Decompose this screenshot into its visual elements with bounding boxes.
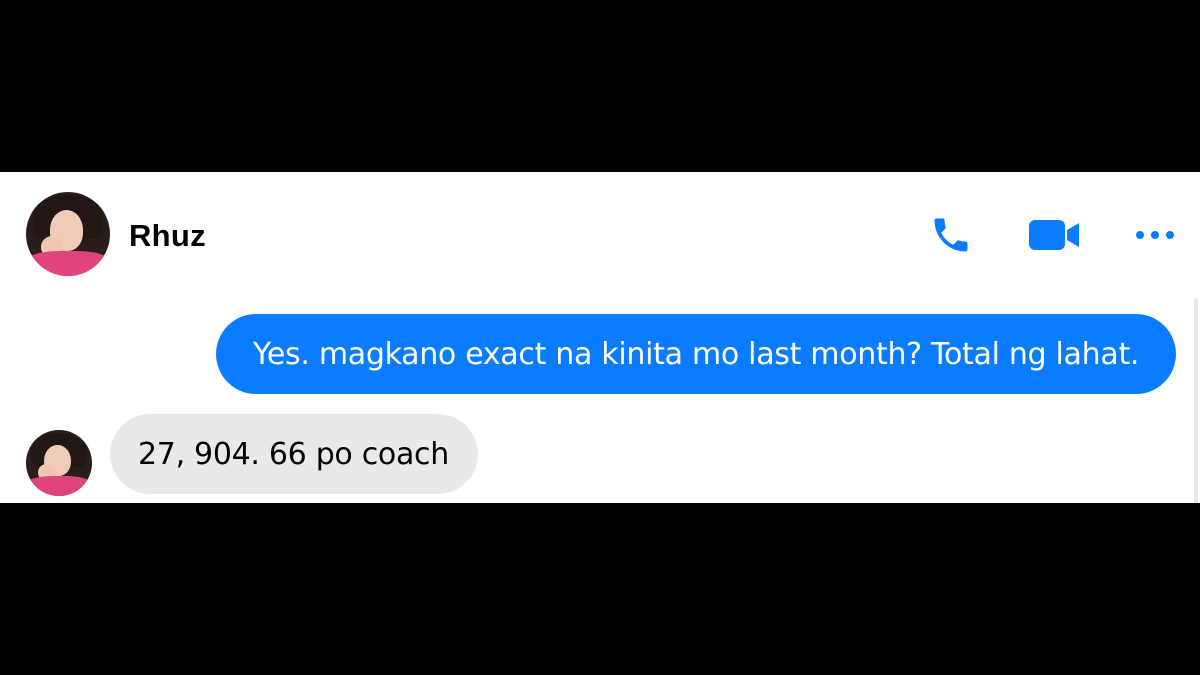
avatar-shirt [26,476,92,496]
avatar-shirt [26,250,110,276]
contact-name[interactable]: Rhuz [129,218,206,254]
outgoing-message-bubble[interactable]: Yes. magkano exact na kinita mo last mon… [216,314,1176,394]
video-frame: Rhuz Yes. magkano exact na kinita mo las… [0,0,1200,675]
more-options-icon[interactable] [1134,222,1176,248]
phone-icon[interactable] [928,212,974,258]
video-camera-icon[interactable] [1026,216,1082,254]
scrollbar[interactable] [1194,298,1198,503]
outgoing-message-text: Yes. magkano exact na kinita mo last mon… [252,336,1140,372]
chat-panel: Rhuz Yes. magkano exact na kinita mo las… [0,172,1200,503]
chat-header: Rhuz [0,172,1200,302]
incoming-message-text: 27, 904. 66 po coach [138,436,449,472]
sender-avatar[interactable] [26,430,92,496]
contact-avatar[interactable] [26,192,110,276]
incoming-message-bubble[interactable]: 27, 904. 66 po coach [110,414,478,494]
